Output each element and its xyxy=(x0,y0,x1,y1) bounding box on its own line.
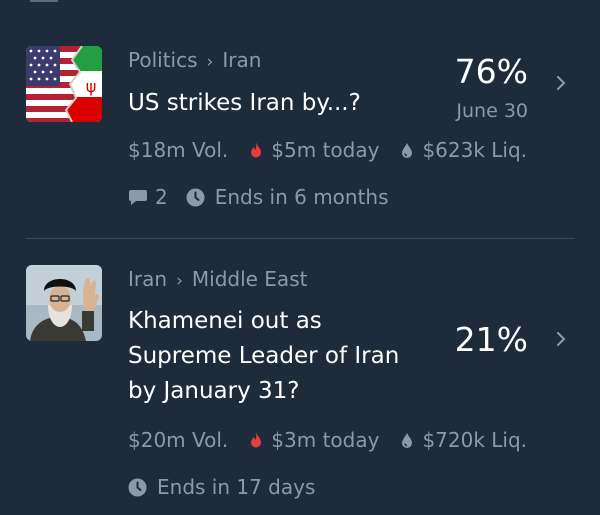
market-meta: 2 Ends in 6 months xyxy=(128,185,389,209)
breadcrumb: Politics › Iran xyxy=(128,48,261,72)
chevron-right-icon: › xyxy=(206,52,214,72)
clock-icon xyxy=(186,188,205,206)
svg-text:ψ: ψ xyxy=(86,77,97,96)
comments[interactable]: 2 xyxy=(128,185,168,209)
liquidity-text: $720k Liq. xyxy=(422,428,528,452)
comment-count: 2 xyxy=(155,185,168,209)
volume-stat: $18m Vol. xyxy=(128,138,228,162)
today-stat: $5m today xyxy=(248,138,379,162)
breadcrumb-subcategory[interactable]: Middle East xyxy=(192,267,308,291)
flame-icon xyxy=(251,142,262,158)
top-divider-fragment xyxy=(30,0,58,2)
volume-text: $18m Vol. xyxy=(128,138,229,162)
breadcrumb-subcategory[interactable]: Iran xyxy=(222,48,261,72)
market-meta: Ends in 17 days xyxy=(128,475,315,499)
market-card[interactable]: Iran › Middle East Khamenei out as Supreme… xyxy=(0,250,600,515)
market-stats: $20m Vol. $3m today $720k Liq. xyxy=(128,428,527,452)
ends-text: Ends in 6 months xyxy=(214,185,389,209)
volume-text: $20m Vol. xyxy=(128,428,229,452)
probability: 21% xyxy=(454,320,528,359)
khamenei-portrait xyxy=(26,265,102,341)
breadcrumb-category[interactable]: Iran xyxy=(128,267,167,291)
chevron-right-icon[interactable] xyxy=(554,332,568,346)
ends-text: Ends in 17 days xyxy=(157,475,316,499)
liquidity-text: $623k Liq. xyxy=(422,138,528,162)
breadcrumb: Iran › Middle East xyxy=(128,267,307,291)
today-text: $3m today xyxy=(271,428,380,452)
breadcrumb-category[interactable]: Politics xyxy=(128,48,198,72)
comment-icon xyxy=(129,190,147,205)
probability: 76% xyxy=(454,52,528,91)
volume-stat: $20m Vol. xyxy=(128,428,228,452)
market-title[interactable]: US strikes Iran by...? xyxy=(128,86,448,121)
market-card[interactable]: ψ Politics › Iran US strikes Iran by...?… xyxy=(0,30,600,230)
market-title[interactable]: Khamenei out as Supreme Leader of Iran b… xyxy=(128,304,428,409)
market-divider xyxy=(26,238,575,239)
flame-icon xyxy=(251,432,262,448)
us-iran-flags-icon: ψ xyxy=(26,46,102,122)
chevron-right-icon: › xyxy=(176,271,183,291)
droplet-icon xyxy=(402,433,413,448)
chevron-right-icon[interactable] xyxy=(554,76,568,90)
droplet-icon xyxy=(402,143,413,158)
liquidity-stat: $623k Liq. xyxy=(399,138,527,162)
liquidity-stat: $720k Liq. xyxy=(399,428,527,452)
market-stats: $18m Vol. $5m today $623k Liq. xyxy=(128,138,527,162)
clock-icon xyxy=(128,478,147,496)
outcome-date: June 30 xyxy=(456,100,528,122)
today-text: $5m today xyxy=(271,138,380,162)
today-stat: $3m today xyxy=(248,428,379,452)
